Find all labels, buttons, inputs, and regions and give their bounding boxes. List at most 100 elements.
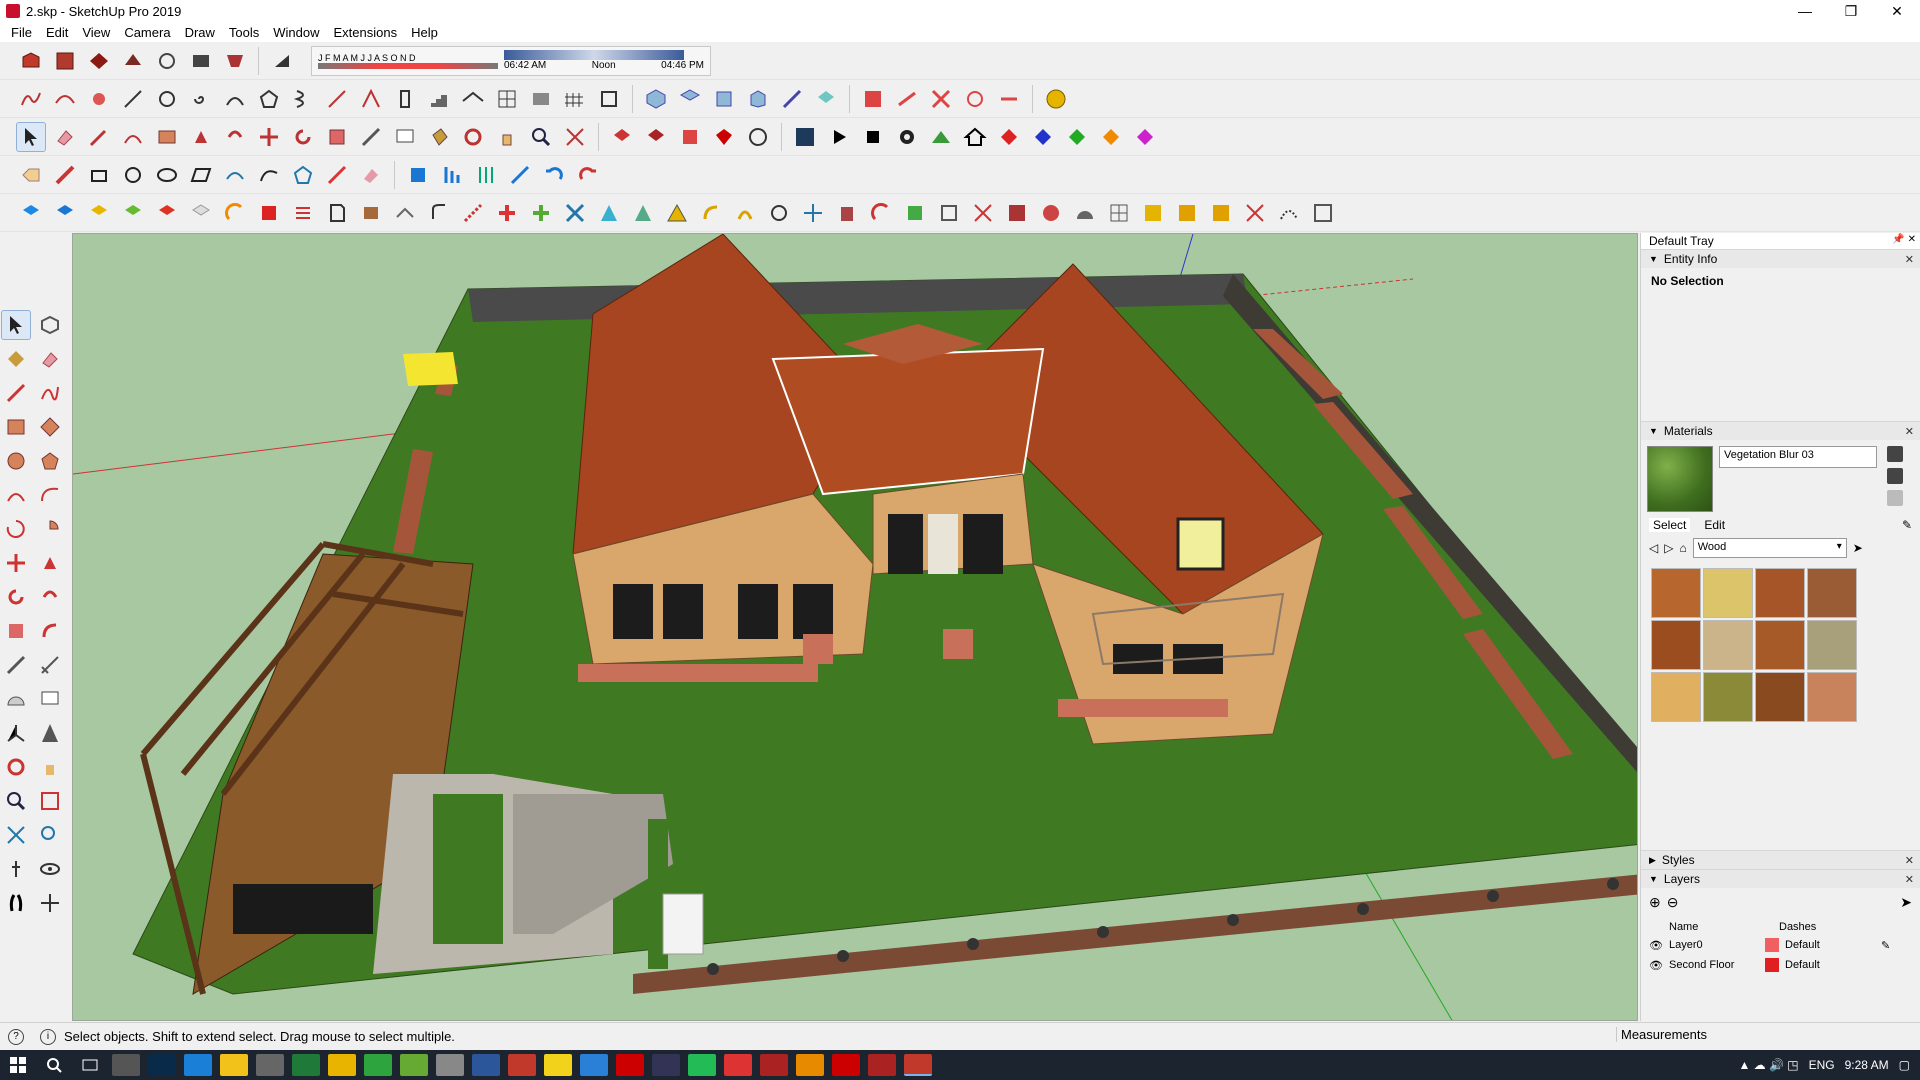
offset-tool-icon[interactable]: [35, 616, 65, 646]
position-camera-icon[interactable]: [1, 854, 31, 884]
pushpull-icon[interactable]: [35, 548, 65, 578]
layers-header[interactable]: ▼ Layers ✕: [1641, 869, 1920, 888]
whatsapp-icon[interactable]: [364, 1054, 392, 1076]
follow-me-icon[interactable]: [220, 122, 250, 152]
app-icon[interactable]: [688, 1054, 716, 1076]
input-language[interactable]: ENG: [1809, 1058, 1835, 1072]
shape-parallelogram-icon[interactable]: [186, 160, 216, 190]
move-icon[interactable]: [1, 548, 31, 578]
layer-row[interactable]: 👁 Second Floor Default: [1641, 955, 1920, 975]
layer-dashes[interactable]: Default: [1785, 959, 1875, 971]
dimension-icon[interactable]: [35, 650, 65, 680]
rectangle-icon[interactable]: [1, 412, 31, 442]
section-edges-icon[interactable]: [994, 84, 1024, 114]
settings-gear-icon[interactable]: [892, 122, 922, 152]
rotate-icon[interactable]: [1, 582, 31, 612]
col-dashes-header[interactable]: Dashes: [1779, 921, 1816, 933]
arc-3pt-icon[interactable]: [1, 514, 31, 544]
shape-arc-icon[interactable]: [220, 160, 250, 190]
undo-icon[interactable]: [539, 160, 569, 190]
display-sections-icon[interactable]: [960, 84, 990, 114]
lumion-export-icon[interactable]: [790, 122, 820, 152]
app-icon[interactable]: [400, 1054, 428, 1076]
protractor-icon[interactable]: [1, 684, 31, 714]
group-icon[interactable]: [1002, 198, 1032, 228]
helix-icon[interactable]: [288, 84, 318, 114]
look-around-icon[interactable]: [35, 854, 65, 884]
pan-icon[interactable]: [35, 752, 65, 782]
sketchup-active-icon[interactable]: [904, 1054, 932, 1076]
followme-icon[interactable]: [35, 582, 65, 612]
panel-close-icon[interactable]: ✕: [1905, 873, 1914, 886]
remove-layer-icon[interactable]: ⊖: [1667, 894, 1679, 911]
material-swatch[interactable]: [1703, 620, 1753, 670]
axes-green-icon[interactable]: [1062, 122, 1092, 152]
styles-header[interactable]: ▶ Styles ✕: [1641, 850, 1920, 869]
material-swatch[interactable]: [1651, 672, 1701, 722]
plane-green-icon[interactable]: [118, 198, 148, 228]
chrome-icon[interactable]: [328, 1054, 356, 1076]
terrain-icon[interactable]: [926, 122, 956, 152]
roof-icon[interactable]: [458, 84, 488, 114]
polygon-tool-icon[interactable]: [35, 446, 65, 476]
walk-icon[interactable]: [1, 888, 31, 918]
ruler-icon[interactable]: [50, 160, 80, 190]
sticky-notes-icon[interactable]: [544, 1054, 572, 1076]
cabinet-icon[interactable]: [356, 198, 386, 228]
search-icon[interactable]: [40, 1054, 68, 1076]
panel-close-icon[interactable]: ✕: [1905, 253, 1914, 266]
line-tool-icon[interactable]: [322, 84, 352, 114]
section-plane-left-icon[interactable]: [35, 888, 65, 918]
line-icon[interactable]: [1, 378, 31, 408]
tray-close-icon[interactable]: 📌 ✕: [1892, 234, 1916, 245]
col-name-header[interactable]: Name: [1669, 921, 1739, 933]
menu-camera[interactable]: Camera: [117, 25, 177, 40]
matrix-icon[interactable]: [1308, 198, 1338, 228]
arc-tool-icon[interactable]: [118, 122, 148, 152]
bend-icon[interactable]: [696, 198, 726, 228]
app-icon[interactable]: [580, 1054, 608, 1076]
excel-icon[interactable]: [292, 1054, 320, 1076]
zoom-extents-left-icon[interactable]: [1, 820, 31, 850]
task-view-icon[interactable]: [76, 1054, 104, 1076]
menu-extensions[interactable]: Extensions: [327, 25, 405, 40]
fence-icon[interactable]: [560, 84, 590, 114]
material-swatch[interactable]: [1703, 672, 1753, 722]
extension-manager-icon[interactable]: [675, 122, 705, 152]
shadows-toggle-icon[interactable]: [267, 46, 297, 76]
cube-blue-icon[interactable]: [16, 198, 46, 228]
move-tool-icon[interactable]: [254, 122, 284, 152]
back-arrow-icon[interactable]: ◁: [1649, 541, 1658, 555]
account-icon[interactable]: [743, 122, 773, 152]
stairs-icon[interactable]: [424, 84, 454, 114]
extrude-icon[interactable]: [356, 84, 386, 114]
material-swatch[interactable]: [1703, 568, 1753, 618]
flip-icon[interactable]: [505, 160, 535, 190]
axes-magenta-icon[interactable]: [1130, 122, 1160, 152]
back-view-icon[interactable]: [777, 84, 807, 114]
polygon-icon[interactable]: [254, 84, 284, 114]
eraser-icon[interactable]: [50, 122, 80, 152]
front-view-icon[interactable]: [709, 84, 739, 114]
start-windows-icon[interactable]: [4, 1054, 32, 1076]
bezier-icon[interactable]: [84, 84, 114, 114]
menu-view[interactable]: View: [75, 25, 117, 40]
loop-icon[interactable]: [764, 198, 794, 228]
sphere-icon[interactable]: [1036, 198, 1066, 228]
circle-icon[interactable]: [1, 446, 31, 476]
spiral-icon[interactable]: [186, 84, 216, 114]
weld-icon[interactable]: [458, 198, 488, 228]
distribute-icon[interactable]: [471, 160, 501, 190]
pie-icon[interactable]: [35, 514, 65, 544]
redo-icon[interactable]: [573, 160, 603, 190]
erase-icon[interactable]: [35, 344, 65, 374]
visibility-eye-icon[interactable]: 👁: [1649, 959, 1663, 972]
components-green-icon[interactable]: [900, 198, 930, 228]
photoshop-icon[interactable]: [148, 1054, 176, 1076]
erase-shape-icon[interactable]: [356, 160, 386, 190]
plane-yellow-icon[interactable]: [84, 198, 114, 228]
pan-tool-icon[interactable]: [492, 122, 522, 152]
explode-icon[interactable]: [968, 198, 998, 228]
grid-array-icon[interactable]: [1104, 198, 1134, 228]
iso-view-icon[interactable]: [641, 84, 671, 114]
